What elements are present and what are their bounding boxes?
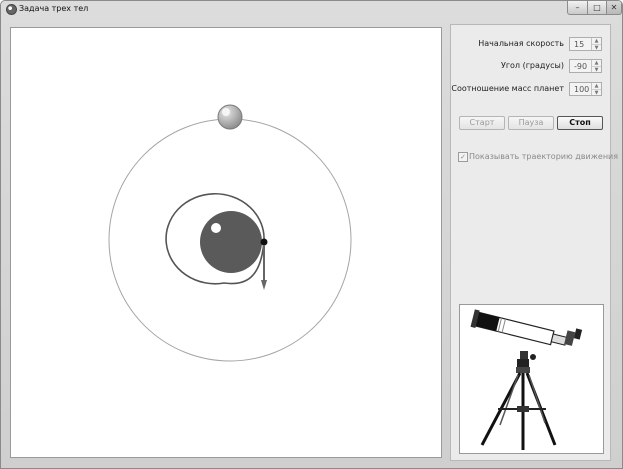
outer-planet xyxy=(217,104,243,130)
simulation-drawing xyxy=(108,104,352,362)
telescope-icon xyxy=(470,309,583,450)
title-bar[interactable]: Задача трех тел – □ ✕ xyxy=(1,1,622,19)
spin-down-icon[interactable]: ▼ xyxy=(592,44,601,51)
maximize-icon: □ xyxy=(593,3,601,12)
speed-value[interactable]: 15 xyxy=(574,40,584,49)
moon-body xyxy=(260,238,268,246)
speed-label: Начальная скорость xyxy=(478,39,564,48)
simulation-canvas[interactable] xyxy=(10,27,442,458)
trajectory-checkbox[interactable]: ✓ Показывать траекторию движения xyxy=(458,151,618,163)
trajectory-checkbox-label[interactable]: Показывать траекторию движения xyxy=(469,152,618,161)
speed-spinner[interactable]: 15 ▲ ▼ xyxy=(569,37,602,51)
angle-row: Угол (градусы) -90 ▲ ▼ xyxy=(451,59,612,73)
checkbox-check-icon[interactable]: ✓ xyxy=(458,152,468,162)
app-window: Задача трех тел – □ ✕ Начальная скорость… xyxy=(0,0,623,469)
app-icon xyxy=(6,4,17,15)
pause-button[interactable]: Пауза xyxy=(508,116,554,130)
window-title: Задача трех тел xyxy=(19,4,89,13)
settings-panel: Начальная скорость 15 ▲ ▼ Угол (градусы) … xyxy=(450,24,618,461)
central-planet xyxy=(200,211,262,273)
telescope-image xyxy=(459,304,604,454)
spin-down-icon[interactable]: ▼ xyxy=(592,89,601,96)
angle-value[interactable]: -90 xyxy=(574,62,587,71)
minimize-icon: – xyxy=(575,3,580,12)
velocity-arrowhead xyxy=(261,280,267,290)
mass-ratio-label: Соотношение масс планет xyxy=(451,84,564,93)
speed-row: Начальная скорость 15 ▲ ▼ xyxy=(451,37,612,51)
outer-planet-highlight xyxy=(222,108,230,116)
mass-ratio-value[interactable]: 100 xyxy=(574,85,589,94)
angle-label: Угол (градусы) xyxy=(500,61,564,70)
close-button[interactable]: ✕ xyxy=(606,1,622,15)
close-icon: ✕ xyxy=(610,3,618,12)
stop-button[interactable]: Стоп xyxy=(557,116,603,130)
start-button[interactable]: Старт xyxy=(459,116,505,130)
spin-down-icon[interactable]: ▼ xyxy=(592,66,601,73)
angle-spinner[interactable]: -90 ▲ ▼ xyxy=(569,59,602,73)
central-planet-highlight xyxy=(211,223,221,233)
minimize-button[interactable]: – xyxy=(567,1,588,15)
maximize-button[interactable]: □ xyxy=(587,1,607,15)
mass-ratio-spinner[interactable]: 100 ▲ ▼ xyxy=(569,82,602,96)
mass-ratio-row: Соотношение масс планет 100 ▲ ▼ xyxy=(451,82,612,96)
